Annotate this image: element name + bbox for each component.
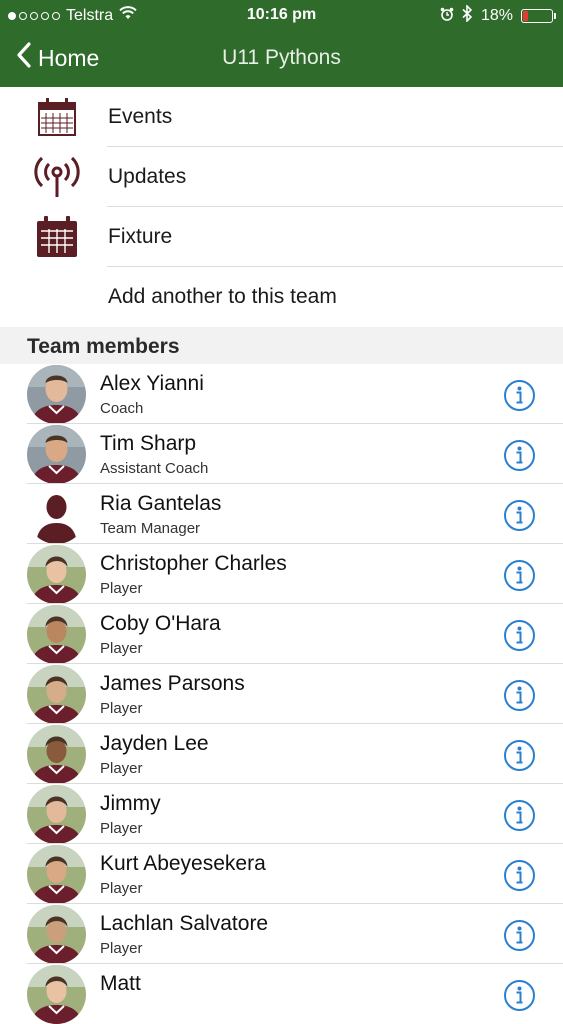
- member-name: Alex Yianni: [100, 372, 204, 395]
- menu-item-label: Add another to this team: [108, 285, 337, 308]
- team-menu: Events Updates Fixture Add another to th…: [0, 87, 563, 327]
- app-header: Telstra 10:16 pm 18% Home U11 Pythons: [0, 0, 563, 87]
- member-row[interactable]: Ria Gantelas Team Manager: [0, 484, 563, 544]
- member-row[interactable]: Lachlan Salvatore Player: [0, 904, 563, 964]
- info-icon[interactable]: [503, 679, 536, 712]
- battery-level-fill: [523, 11, 528, 21]
- member-name: Christopher Charles: [100, 552, 287, 575]
- member-role: Player: [100, 820, 143, 837]
- info-icon[interactable]: [503, 739, 536, 772]
- member-role: Player: [100, 580, 143, 597]
- bluetooth-icon: [462, 4, 473, 27]
- menu-item-add-another[interactable]: Add another to this team: [0, 267, 563, 327]
- member-role: Assistant Coach: [100, 460, 209, 477]
- calendar-outline-icon: [33, 93, 81, 141]
- member-role: Player: [100, 640, 143, 657]
- team-members-list: Alex Yianni Coach Tim Sharp Assistant Coach…: [0, 364, 563, 1024]
- info-icon[interactable]: [503, 559, 536, 592]
- avatar: [27, 785, 86, 844]
- navigation-bar: Home U11 Pythons: [0, 30, 563, 87]
- info-icon[interactable]: [503, 379, 536, 412]
- member-row[interactable]: Tim Sharp Assistant Coach: [0, 424, 563, 484]
- member-role: Player: [100, 760, 143, 777]
- member-role: Player: [100, 940, 143, 957]
- member-role: Coach: [100, 400, 144, 417]
- info-icon[interactable]: [503, 439, 536, 472]
- info-icon[interactable]: [503, 499, 536, 532]
- broadcast-icon: [33, 153, 81, 201]
- status-right: 18%: [440, 4, 556, 27]
- avatar: [27, 665, 86, 724]
- menu-item-label: Events: [108, 105, 173, 128]
- member-name: Lachlan Salvatore: [100, 912, 269, 935]
- member-name: Coby O'Hara: [100, 612, 221, 635]
- member-name: Matt: [100, 972, 141, 995]
- member-name: James Parsons: [100, 672, 245, 695]
- info-icon[interactable]: [503, 919, 536, 952]
- menu-item-updates[interactable]: Updates: [0, 147, 563, 207]
- member-role: Player: [100, 700, 143, 717]
- menu-item-fixture[interactable]: Fixture: [0, 207, 563, 267]
- menu-item-label: Fixture: [108, 225, 173, 248]
- avatar: [27, 965, 86, 1024]
- member-row[interactable]: Christopher Charles Player: [0, 544, 563, 604]
- alarm-icon: [440, 7, 454, 26]
- avatar: [27, 905, 86, 964]
- member-row[interactable]: Alex Yianni Coach: [0, 364, 563, 424]
- member-row[interactable]: Jayden Lee Player: [0, 724, 563, 784]
- member-name: Kurt Abeyesekera: [100, 852, 266, 875]
- calendar-filled-icon: [33, 213, 81, 261]
- battery-percent: 18%: [480, 7, 513, 24]
- avatar: [27, 845, 86, 904]
- info-icon[interactable]: [503, 799, 536, 832]
- info-icon[interactable]: [503, 619, 536, 652]
- section-header-team-members: Team members: [0, 327, 563, 364]
- member-row[interactable]: James Parsons Player: [0, 664, 563, 724]
- info-icon[interactable]: [503, 859, 536, 892]
- avatar: [27, 545, 86, 604]
- menu-item-label: Updates: [108, 165, 187, 188]
- member-role: Player: [100, 880, 143, 897]
- menu-item-events[interactable]: Events: [0, 87, 563, 147]
- member-row[interactable]: Kurt Abeyesekera Player: [0, 844, 563, 904]
- battery-icon: [521, 9, 556, 23]
- avatar: [27, 725, 86, 784]
- avatar: [27, 365, 86, 424]
- member-name: Jayden Lee: [100, 732, 209, 755]
- avatar: [27, 605, 86, 664]
- status-bar: Telstra 10:16 pm 18%: [0, 0, 563, 30]
- info-icon[interactable]: [503, 979, 536, 1012]
- member-name: Ria Gantelas: [100, 492, 222, 515]
- member-row[interactable]: Matt: [0, 964, 563, 1024]
- member-row[interactable]: Coby O'Hara Player: [0, 604, 563, 664]
- member-role: Team Manager: [100, 520, 201, 537]
- avatar-placeholder-icon: [27, 485, 86, 544]
- member-name: Tim Sharp: [100, 432, 197, 455]
- member-name: Jimmy: [100, 792, 161, 815]
- member-row[interactable]: Jimmy Player: [0, 784, 563, 844]
- section-title: Team members: [27, 335, 180, 358]
- page-title: U11 Pythons: [222, 46, 341, 69]
- avatar: [27, 425, 86, 484]
